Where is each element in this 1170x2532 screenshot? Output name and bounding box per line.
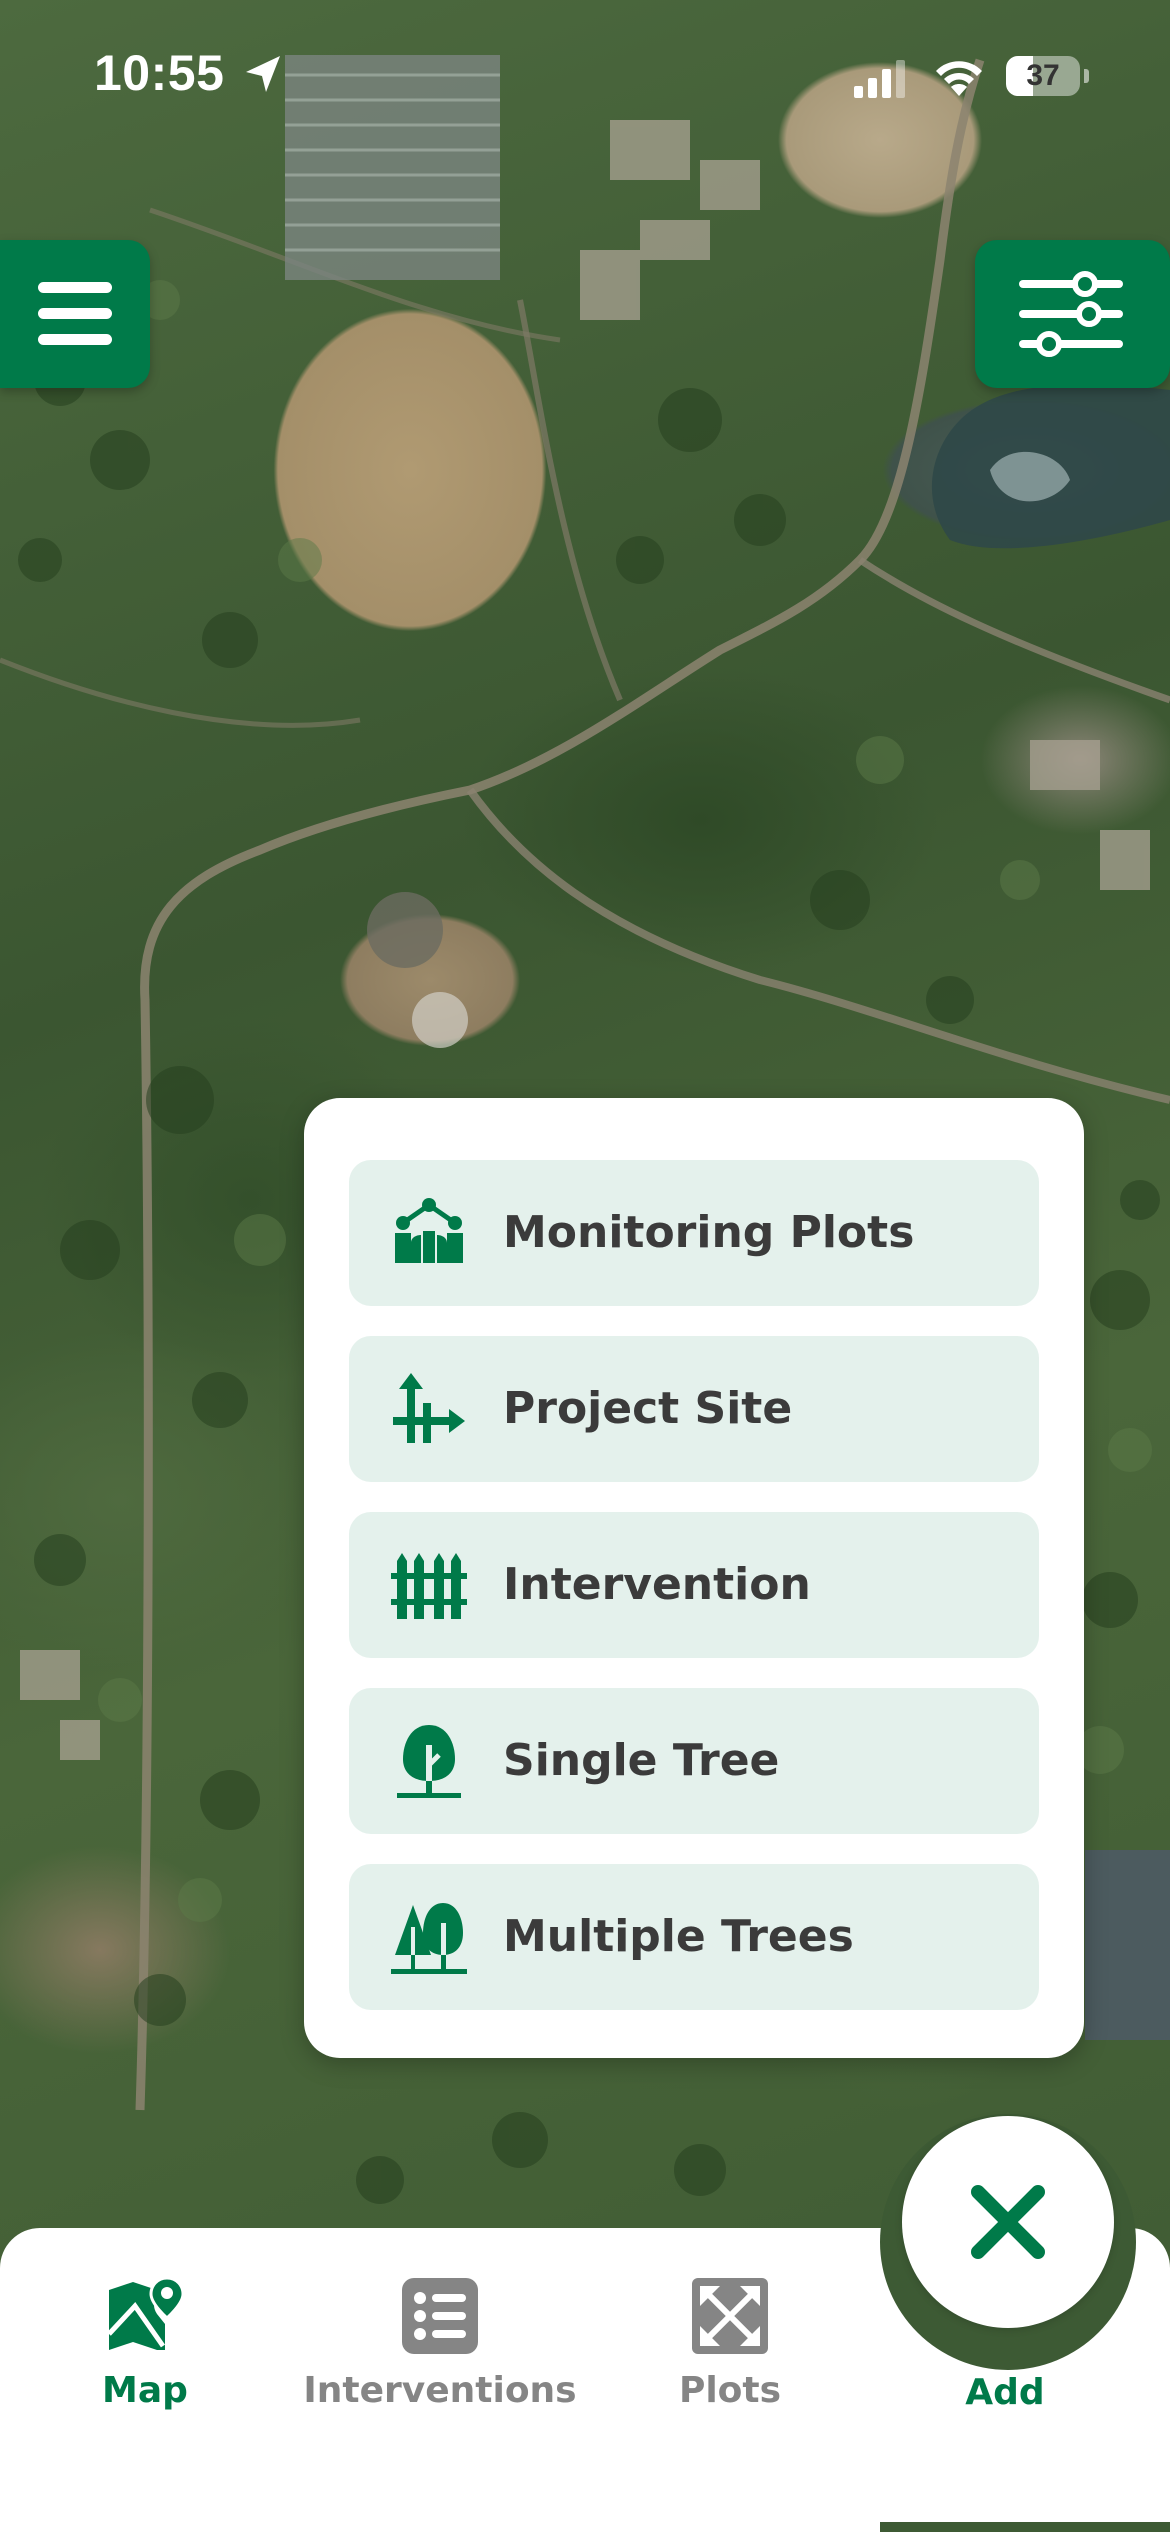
option-label: Project Site — [503, 1383, 793, 1434]
add-menu-popup: Monitoring Plots Project Site Interventi… — [304, 1098, 1084, 2058]
close-x-icon — [971, 2185, 1045, 2259]
battery-icon: 37 — [1006, 56, 1089, 96]
filter-button[interactable] — [975, 240, 1170, 388]
option-label: Monitoring Plots — [503, 1207, 915, 1258]
status-bar: 10:55 37 — [0, 0, 1170, 150]
tab-label: Add — [965, 2372, 1045, 2413]
add-close-button[interactable] — [902, 2116, 1114, 2328]
tab-plots[interactable]: Plots — [640, 2228, 820, 2448]
single-tree-icon — [397, 1725, 461, 1798]
expand-arrows-icon — [692, 2278, 768, 2354]
tab-label: Map — [102, 2370, 188, 2411]
location-arrow-icon — [246, 56, 280, 92]
tab-map[interactable]: Map — [60, 2228, 230, 2448]
option-label: Single Tree — [503, 1735, 780, 1786]
tab-label: Plots — [678, 2370, 782, 2411]
option-label: Multiple Trees — [503, 1911, 854, 1962]
battery-level: 37 — [1026, 59, 1060, 92]
wifi-icon — [936, 61, 982, 96]
multiple-trees-icon — [391, 1903, 467, 1974]
option-single-tree[interactable]: Single Tree — [349, 1688, 1039, 1834]
status-time: 10:55 — [94, 45, 225, 101]
option-label: Intervention — [503, 1559, 811, 1610]
cellular-signal-icon — [854, 60, 905, 98]
tab-interventions[interactable]: Interventions — [290, 2228, 590, 2448]
fence-intervention-icon — [391, 1553, 467, 1619]
map-pin-icon — [107, 2276, 185, 2350]
home-indicator — [880, 2522, 1170, 2532]
option-project-site[interactable]: Project Site — [349, 1336, 1039, 1482]
hamburger-menu-icon — [38, 282, 112, 345]
tab-label: Interventions — [303, 2370, 577, 2411]
sliders-filter-icon — [1019, 271, 1123, 357]
list-icon — [402, 2278, 478, 2354]
project-site-icon — [393, 1373, 465, 1443]
option-intervention[interactable]: Intervention — [349, 1512, 1039, 1658]
monitoring-plots-icon — [395, 1198, 463, 1263]
menu-button[interactable] — [0, 240, 150, 388]
option-monitoring-plots[interactable]: Monitoring Plots — [349, 1160, 1039, 1306]
option-multiple-trees[interactable]: Multiple Trees — [349, 1864, 1039, 2010]
